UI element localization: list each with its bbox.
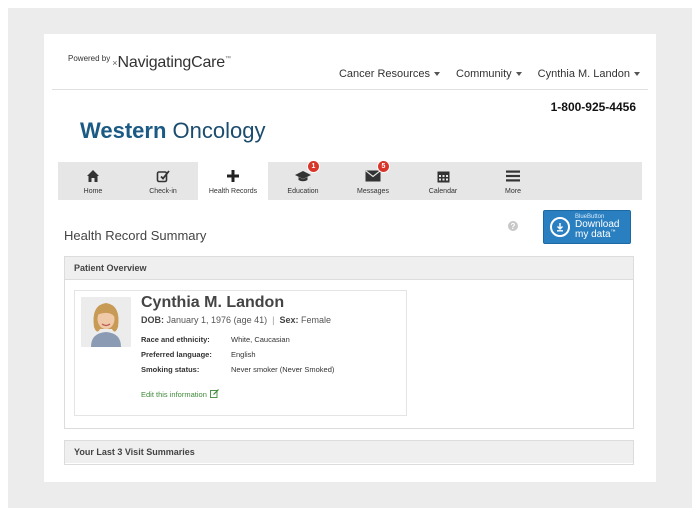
patient-overview-heading: Patient Overview — [65, 257, 633, 280]
education-badge: 1 — [308, 161, 319, 172]
patient-card: Cynthia M. Landon DOB: January 1, 1976 (… — [74, 290, 407, 416]
header-divider — [52, 89, 648, 90]
tab-education[interactable]: 1 Education — [268, 161, 338, 200]
download-icon — [550, 217, 570, 237]
plus-icon — [226, 168, 240, 184]
patient-avatar — [81, 297, 131, 347]
race-ethnicity-row: Race and ethnicity: White, Caucasian — [141, 335, 290, 344]
tab-health-records[interactable]: Health Records — [198, 162, 268, 200]
preferred-language-row: Preferred language: English — [141, 350, 256, 359]
edit-information-link[interactable]: Edit this information — [141, 389, 219, 400]
page-title: Health Record Summary — [64, 228, 207, 243]
outer-frame: Powered by × NavigatingCare ™ Cancer Res… — [8, 8, 692, 508]
tab-check-in[interactable]: Check-in — [128, 162, 198, 200]
checkin-icon — [156, 168, 170, 184]
tab-calendar[interactable]: Calendar — [408, 162, 478, 200]
visit-summaries-heading: Your Last 3 Visit Summaries — [65, 441, 633, 463]
main-tabs: Home Check-in Health Records 1 Education — [58, 161, 642, 200]
patient-dob-sex: DOB: January 1, 1976 (age 41) | Sex: Femal… — [141, 315, 331, 325]
home-icon — [86, 168, 100, 184]
tab-messages[interactable]: 5 Messages — [338, 161, 408, 200]
brand-name: NavigatingCare — [117, 54, 226, 71]
patient-name: Cynthia M. Landon — [141, 294, 285, 311]
phone-number: 1-800-925-4456 — [550, 100, 636, 114]
tab-home[interactable]: Home — [58, 162, 128, 200]
visit-summaries-panel[interactable]: Your Last 3 Visit Summaries — [64, 440, 634, 465]
nav-community[interactable]: Community — [456, 68, 522, 80]
help-icon[interactable]: ? — [508, 221, 518, 231]
calendar-icon — [437, 168, 450, 184]
top-navigation: Cancer Resources Community Cynthia M. La… — [339, 68, 640, 80]
edit-icon — [209, 389, 219, 400]
nav-user-menu[interactable]: Cynthia M. Landon — [538, 68, 640, 80]
chevron-down-icon — [434, 72, 441, 76]
powered-by-text: Powered by — [68, 54, 111, 63]
tab-more[interactable]: More — [478, 162, 548, 200]
chevron-down-icon — [634, 72, 640, 76]
messages-badge: 5 — [378, 161, 389, 172]
smoking-status-row: Smoking status: Never smoker (Never Smoke… — [141, 365, 335, 374]
chevron-down-icon — [515, 72, 522, 76]
clinic-name: Western Oncology — [80, 118, 266, 143]
bluebutton-download-button[interactable]: BlueButton Download my data™ — [543, 210, 631, 244]
menu-icon — [506, 168, 520, 184]
envelope-icon — [365, 168, 381, 184]
portal-page: Powered by × NavigatingCare ™ Cancer Res… — [44, 34, 656, 482]
nav-cancer-resources[interactable]: Cancer Resources — [339, 68, 441, 80]
patient-overview-panel: Patient Overview Cynthia M. Landon DOB: … — [64, 256, 634, 429]
navigatingcare-logo[interactable]: Powered by × NavigatingCare ™ — [68, 54, 231, 72]
